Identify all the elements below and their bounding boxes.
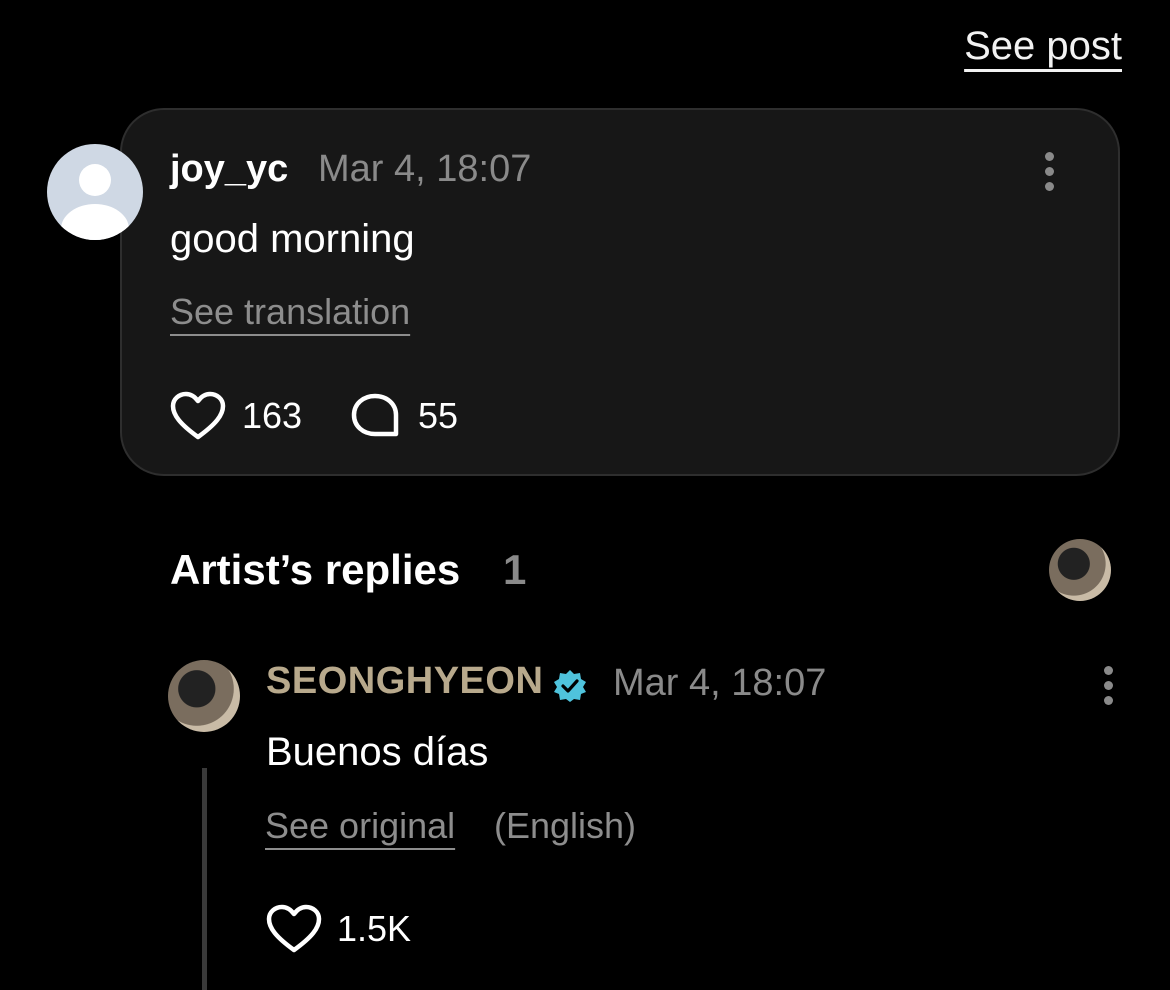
post-text: good morning xyxy=(170,217,415,261)
artist-replies-count: 1 xyxy=(503,546,527,593)
post-username[interactable]: joy_yc xyxy=(170,148,288,191)
post-like-count: 163 xyxy=(242,395,303,436)
user-avatar-icon[interactable] xyxy=(47,144,143,240)
see-post-link[interactable]: See post xyxy=(964,24,1122,69)
verified-badge-icon xyxy=(554,670,586,702)
post-reply-count: 55 xyxy=(418,395,459,436)
heart-icon[interactable] xyxy=(170,391,226,441)
see-original-link[interactable]: See original xyxy=(265,805,455,847)
artist-reply-like-count: 1.5K xyxy=(337,908,412,949)
artist-reply-text: Buenos días xyxy=(266,730,489,774)
artist-name[interactable]: SEONGHYEON xyxy=(266,660,543,703)
see-translation-link[interactable]: See translation xyxy=(170,291,410,333)
artist-reply-timestamp: Mar 4, 18:07 xyxy=(613,662,827,704)
original-language-label: (English) xyxy=(494,805,637,846)
artist-replies-title: Artist’s replies xyxy=(170,546,461,593)
artist-reply-more-options-icon[interactable] xyxy=(1104,666,1114,711)
heart-icon[interactable] xyxy=(266,904,322,954)
thread-line xyxy=(202,768,207,990)
post-timestamp: Mar 4, 18:07 xyxy=(318,148,532,190)
artist-avatar[interactable] xyxy=(168,660,240,732)
artist-avatar-small[interactable] xyxy=(1049,539,1111,601)
post-more-options-icon[interactable] xyxy=(1045,152,1055,197)
reply-bubble-icon[interactable] xyxy=(350,392,402,440)
